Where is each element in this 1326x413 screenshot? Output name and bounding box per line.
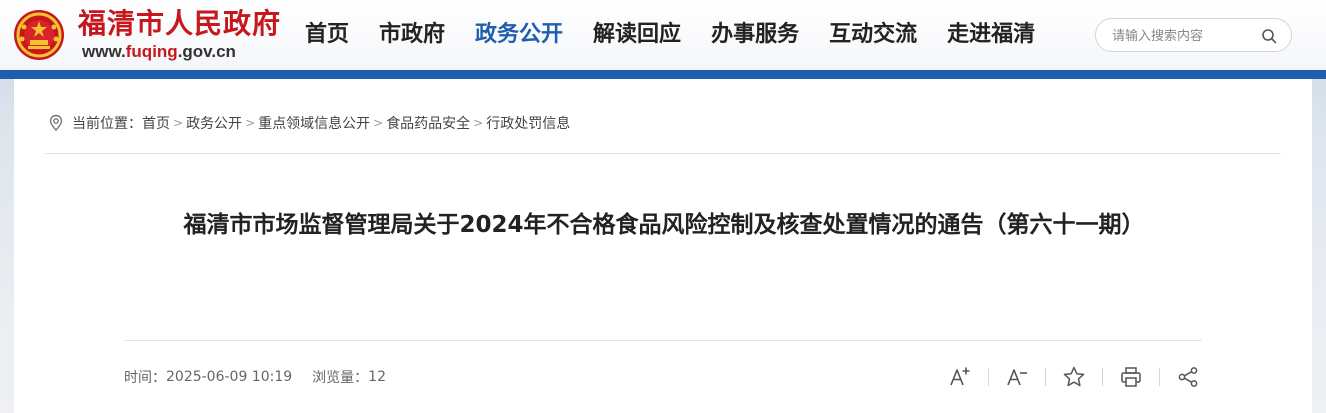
site-title[interactable]: 福清市人民政府 xyxy=(78,6,281,42)
tool-separator xyxy=(1045,368,1046,386)
search-icon[interactable] xyxy=(1261,28,1277,44)
site-header: 福清市人民政府 www.fuqing.gov.cn 首页 市政府 政务公开 解读… xyxy=(0,0,1326,70)
domain-highlight: fuqing xyxy=(125,42,178,61)
print-icon xyxy=(1121,367,1141,387)
main-nav: 首页 市政府 政务公开 解读回应 办事服务 互动交流 走进福清 xyxy=(290,12,1050,58)
nav-item-about-fuqing[interactable]: 走进福清 xyxy=(932,12,1050,58)
breadcrumb-key-areas[interactable]: 重点领域信息公开 xyxy=(258,113,370,133)
star-icon xyxy=(1063,366,1085,387)
article-tools xyxy=(946,363,1202,391)
breadcrumb-separator: > xyxy=(373,116,384,130)
site-domain: www.fuqing.gov.cn xyxy=(82,42,236,62)
font-increase-icon xyxy=(950,367,970,386)
tool-separator xyxy=(1159,368,1160,386)
breadcrumb-separator: > xyxy=(173,116,184,130)
domain-prefix: www. xyxy=(82,42,126,61)
nav-item-interaction[interactable]: 互动交流 xyxy=(814,12,932,58)
time-label: 时间： xyxy=(124,370,166,386)
location-pin-icon xyxy=(49,114,63,131)
breadcrumb-food-drug-safety[interactable]: 食品药品安全 xyxy=(386,113,470,133)
breadcrumb-government-affairs[interactable]: 政务公开 xyxy=(186,113,242,133)
views-value: 12 xyxy=(368,369,386,385)
search-input[interactable] xyxy=(1112,25,1252,47)
search-box xyxy=(1095,18,1292,52)
views-label: 浏览量： xyxy=(312,370,369,386)
nav-item-home[interactable]: 首页 xyxy=(290,12,364,58)
font-decrease-icon xyxy=(1007,369,1027,386)
domain-suffix: .gov.cn xyxy=(177,42,236,61)
tool-separator xyxy=(988,368,989,386)
breadcrumb-home[interactable]: 首页 xyxy=(142,113,170,133)
breadcrumb-penalty-info[interactable]: 行政处罚信息 xyxy=(486,113,570,133)
breadcrumb-divider xyxy=(45,153,1281,154)
share-button[interactable] xyxy=(1174,363,1202,391)
print-button[interactable] xyxy=(1117,363,1145,391)
header-accent-bar xyxy=(0,70,1326,79)
font-decrease-button[interactable] xyxy=(1003,363,1031,391)
nav-item-city-government[interactable]: 市政府 xyxy=(364,12,460,58)
nav-item-government-affairs[interactable]: 政务公开 xyxy=(460,12,578,58)
time-value: 2025-06-09 10:19 xyxy=(166,369,293,385)
nav-item-services[interactable]: 办事服务 xyxy=(696,12,814,58)
tool-separator xyxy=(1102,368,1103,386)
article-panel: 当前位置： 首页 > 政务公开 > 重点领域信息公开 > 食品药品安全 > 行政… xyxy=(14,79,1312,413)
favorite-button[interactable] xyxy=(1060,363,1088,391)
breadcrumb-separator: > xyxy=(473,116,484,130)
font-increase-button[interactable] xyxy=(946,363,974,391)
article-title: 福清市市场监督管理局关于2024年不合格食品风险控制及核查处置情况的通告（第六十… xyxy=(183,212,1145,238)
share-icon xyxy=(1178,367,1198,387)
article-meta: 时间： 2025-06-09 10:19 浏览量： 12 xyxy=(124,367,386,387)
breadcrumb-separator: > xyxy=(245,116,256,130)
nav-item-interpretation[interactable]: 解读回应 xyxy=(578,12,696,58)
breadcrumb: 当前位置： 首页 > 政务公开 > 重点领域信息公开 > 食品药品安全 > 行政… xyxy=(48,113,570,133)
national-emblem-icon[interactable] xyxy=(13,9,65,61)
breadcrumb-prefix: 当前位置： xyxy=(72,116,142,132)
meta-divider xyxy=(124,340,1202,341)
